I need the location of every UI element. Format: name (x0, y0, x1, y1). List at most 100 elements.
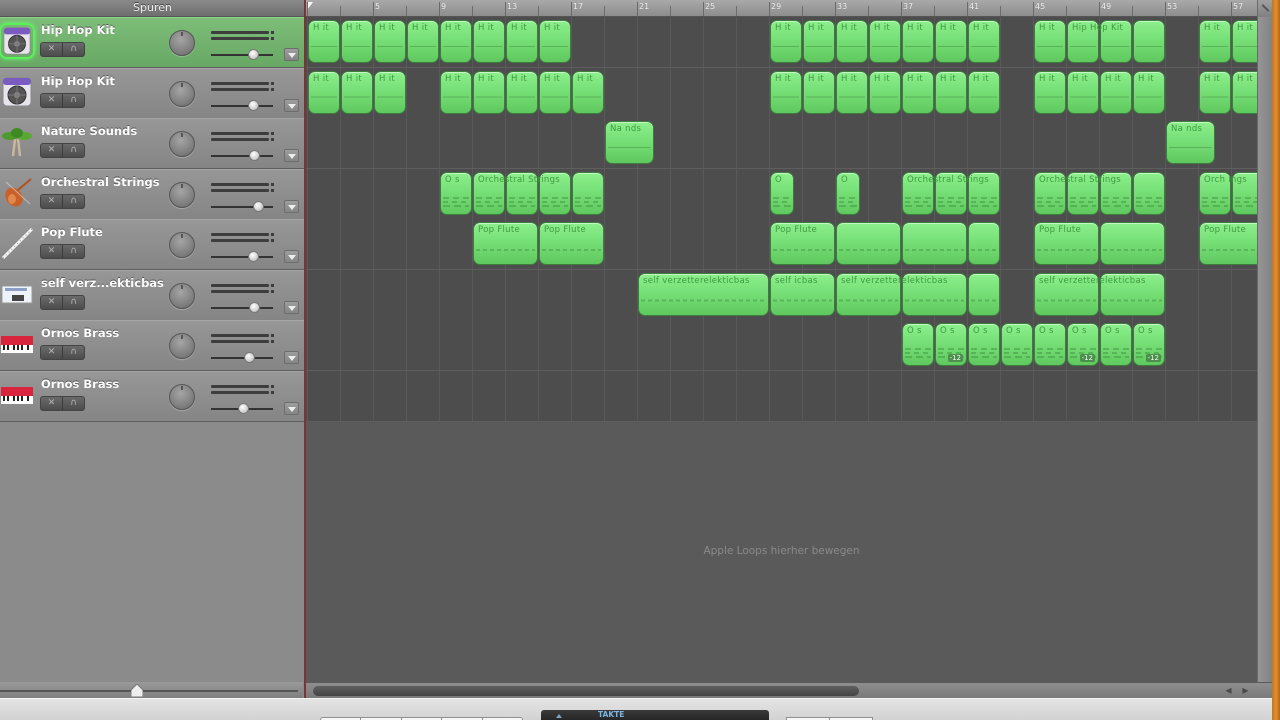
horizontal-scrollbar[interactable]: ◀ ▶ (306, 682, 1272, 698)
solo-headphones-button[interactable]: ∩ (62, 144, 84, 157)
loop-region[interactable]: Orchestral Strings (473, 171, 560, 215)
mute-button[interactable]: ✕ (41, 43, 62, 56)
loop-region[interactable]: H it (1232, 20, 1257, 63)
arrange-area[interactable]: Apple Loops hierher bewegen H it H it H it… (306, 17, 1257, 682)
mute-button[interactable]: ✕ (41, 245, 62, 258)
loop-region[interactable] (1133, 171, 1165, 215)
track-lane[interactable]: Pop Flute Pop Flute Pop Flute Pop Flute Pop … (306, 219, 1257, 270)
volume-slider-track[interactable] (211, 54, 273, 56)
loop-region[interactable]: Pop Flute (473, 222, 538, 265)
mute-button[interactable]: ✕ (41, 94, 62, 107)
loop-region[interactable]: H it (869, 70, 901, 114)
loop-region[interactable]: H it (968, 70, 1000, 114)
solo-headphones-button[interactable]: ∩ (62, 93, 84, 107)
loop-region[interactable]: Orchestral Strings (1034, 171, 1121, 215)
loop-region[interactable]: H it (506, 70, 538, 114)
loop-region[interactable]: Pop Flute (770, 222, 835, 265)
loop-region[interactable]: O s -12 (1133, 323, 1165, 366)
track-lane[interactable]: Na nds Na nds (306, 118, 1257, 169)
volume-slider-track[interactable] (211, 155, 273, 157)
lcd-display[interactable]: TAKTE (541, 710, 769, 720)
loop-region[interactable]: H it (308, 20, 340, 63)
loop-region[interactable] (902, 222, 967, 265)
mute-button[interactable]: ✕ (41, 346, 62, 359)
loop-region[interactable]: H it (1067, 70, 1099, 114)
loop-region[interactable]: Orchestral Strings (902, 171, 989, 215)
track-lane[interactable]: self verzetterelekticbas self icbas self v… (306, 269, 1257, 321)
loop-region[interactable]: H it (803, 20, 835, 63)
solo-headphones-button[interactable]: ∩ (62, 194, 84, 208)
solo-headphones-button[interactable]: ∩ (62, 43, 84, 56)
loop-region[interactable]: H it (770, 20, 802, 63)
loop-region[interactable]: H it (572, 70, 604, 114)
loop-region[interactable]: H it (803, 70, 835, 114)
track-disclosure-button[interactable] (284, 48, 299, 61)
loop-region[interactable]: O s (440, 171, 472, 215)
loop-region[interactable]: H it (1034, 20, 1066, 63)
solo-headphones-button[interactable]: ∩ (62, 346, 84, 359)
loop-region[interactable]: H it (968, 20, 1000, 63)
pan-knob[interactable] (169, 80, 195, 107)
track-header-row[interactable]: Ornos Brass ✕ ∩ (0, 370, 305, 422)
loop-region[interactable]: O s -12 (935, 323, 967, 366)
loop-region[interactable]: H it (308, 70, 340, 114)
loop-region[interactable]: H it (935, 70, 967, 114)
volume-slider-track[interactable] (211, 205, 273, 208)
loop-region[interactable]: H it (440, 70, 472, 114)
loop-region[interactable]: O s -12 (1067, 323, 1099, 366)
loop-region[interactable] (968, 272, 1000, 316)
track-disclosure-button[interactable] (284, 199, 299, 213)
loop-region[interactable]: self icbas (770, 272, 835, 316)
loop-region[interactable]: H it (1232, 70, 1257, 114)
volume-slider-knob[interactable] (248, 301, 260, 313)
loop-region[interactable]: H it (1100, 70, 1132, 114)
pan-knob[interactable] (169, 282, 195, 309)
track-header-row[interactable]: Hip Hop Kit ✕ ∩ (0, 17, 305, 68)
loop-region[interactable]: H it (539, 70, 571, 114)
loop-region[interactable] (572, 171, 604, 215)
pan-knob[interactable] (169, 131, 195, 157)
track-header-row[interactable]: Hip Hop Kit ✕ ∩ (0, 67, 305, 119)
loop-region[interactable]: H it (341, 70, 373, 114)
track-lane[interactable]: H it H it H it H it H it H it H it H it H it H it… (306, 67, 1257, 119)
pan-knob[interactable] (169, 232, 195, 258)
loop-region[interactable]: H it (374, 20, 406, 63)
volume-slider-track[interactable] (211, 256, 273, 258)
loop-region[interactable]: H it (1199, 20, 1231, 63)
pan-knob[interactable] (169, 181, 195, 208)
loop-region[interactable]: H it (440, 20, 472, 63)
pan-knob[interactable] (169, 383, 195, 410)
mute-button[interactable]: ✕ (41, 195, 62, 208)
scroll-left-arrow[interactable]: ◀ (1220, 685, 1237, 697)
solo-headphones-button[interactable]: ∩ (62, 245, 84, 258)
solo-headphones-button[interactable]: ∩ (62, 295, 84, 309)
loop-region[interactable]: H it (473, 20, 505, 63)
scroll-right-arrow[interactable]: ▶ (1237, 685, 1254, 697)
track-disclosure-button[interactable] (284, 401, 299, 415)
loop-region[interactable]: self verzetterelekticbas (1034, 272, 1145, 316)
loop-region[interactable]: O (770, 171, 794, 215)
loop-region[interactable] (1133, 20, 1165, 63)
loop-region[interactable] (1100, 222, 1165, 265)
track-lane[interactable]: O s Orchestral Strings O O Orchestral String… (306, 168, 1257, 220)
volume-slider-knob[interactable] (238, 402, 250, 414)
lcd-mode-arrow-icon[interactable] (556, 714, 562, 718)
track-lane[interactable]: O s O s -12 O s O s O s O s -12 O s O s -12 (306, 320, 1257, 371)
loop-region[interactable]: Pop Flute (539, 222, 604, 265)
pan-knob[interactable] (169, 333, 195, 359)
track-header-row[interactable]: Orchestral Strings ✕ ∩ (0, 168, 305, 220)
loop-region[interactable]: H it (407, 20, 439, 63)
zoom-slider-knob[interactable] (131, 684, 143, 697)
loop-region[interactable]: H it (506, 20, 538, 63)
loop-region[interactable]: O s (1100, 323, 1132, 366)
loop-region[interactable]: Na nds (605, 121, 654, 164)
loop-region[interactable]: H it (1199, 70, 1231, 114)
loop-region[interactable]: H it (539, 20, 571, 63)
loop-region[interactable]: Na nds (1166, 121, 1215, 164)
track-header-row[interactable]: self verz...ekticbas ✕ ∩ (0, 269, 305, 321)
loop-region[interactable]: Pop Flute (1034, 222, 1099, 265)
vertical-scrollbar[interactable] (1257, 17, 1272, 682)
track-header-row[interactable]: Nature Sounds ✕ ∩ (0, 118, 305, 169)
volume-slider-track[interactable] (211, 306, 273, 309)
volume-slider-knob[interactable] (248, 150, 260, 161)
